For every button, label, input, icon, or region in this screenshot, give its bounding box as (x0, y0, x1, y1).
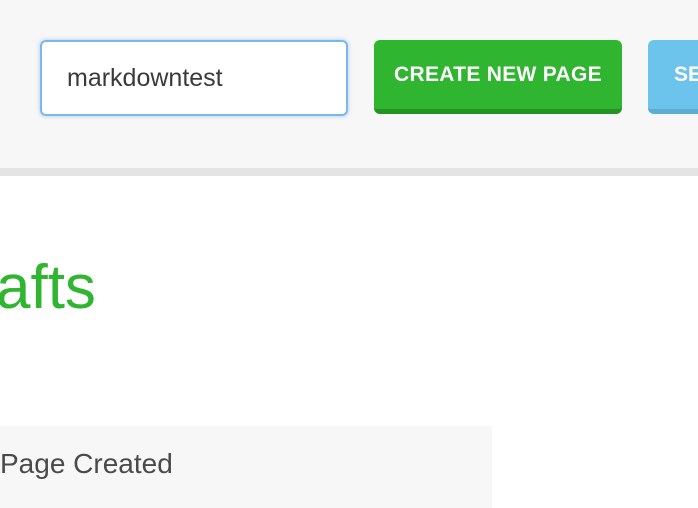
section-heading: afts (0, 253, 96, 322)
column-header-page-created[interactable]: Page Created (0, 448, 173, 480)
page-name-input[interactable] (40, 40, 348, 116)
search-button[interactable]: SE (648, 40, 698, 114)
toolbar-divider (0, 168, 698, 176)
create-new-page-button[interactable]: CREATE NEW PAGE (374, 40, 622, 114)
table-header-row: Page Created (0, 426, 492, 508)
toolbar: CREATE NEW PAGE SE (0, 0, 698, 168)
